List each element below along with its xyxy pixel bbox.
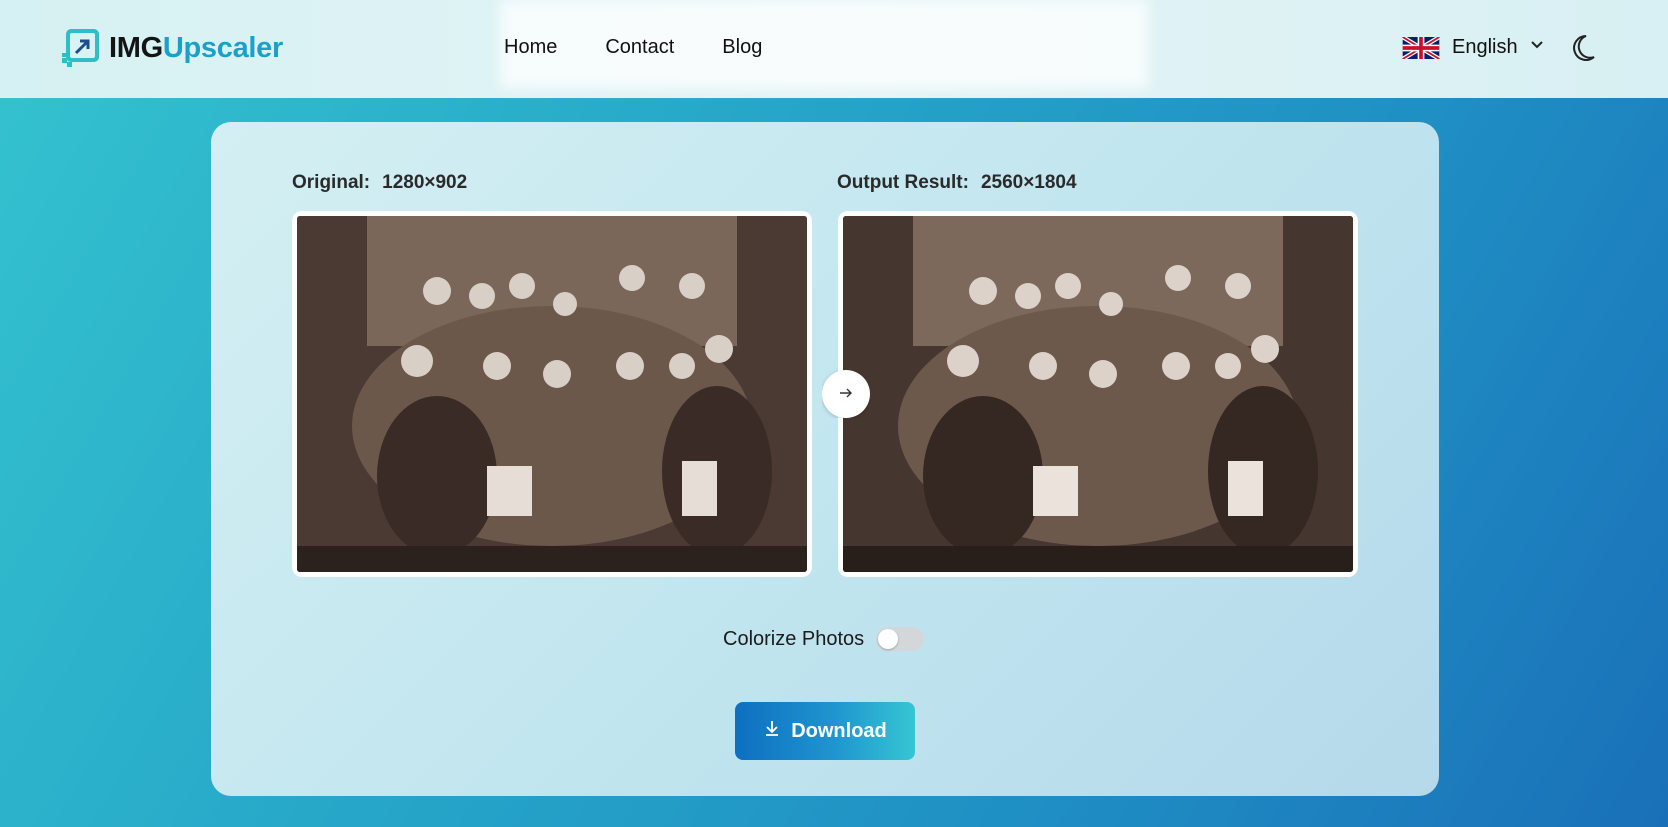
output-label: Output Result: 2560×1804 — [837, 172, 1077, 194]
main-nav: Home Contact Blog — [504, 36, 762, 59]
toggle-knob — [878, 629, 899, 649]
original-photo — [297, 216, 807, 572]
uk-flag-icon — [1402, 36, 1440, 59]
nav-blog-link[interactable]: Blog — [722, 36, 762, 59]
language-label: English — [1452, 36, 1518, 58]
arrow-right-icon — [839, 385, 853, 403]
output-dimensions: 2560×1804 — [980, 172, 1077, 193]
download-icon — [763, 719, 781, 743]
colorize-label: Colorize Photos — [723, 627, 865, 650]
output-photo — [843, 216, 1353, 572]
nav-contact-link[interactable]: Contact — [605, 36, 674, 59]
chevron-down-icon — [1530, 38, 1544, 57]
original-label: Original: 1280×902 — [292, 172, 467, 194]
colorize-toggle[interactable] — [876, 627, 925, 651]
original-dimensions: 1280×902 — [382, 172, 468, 193]
logo[interactable]: IMGUpscaler — [62, 29, 283, 67]
original-caption: Original: — [292, 172, 371, 193]
nav-home-link[interactable]: Home — [504, 36, 557, 59]
colorize-control: Colorize Photos — [723, 627, 925, 651]
language-selector[interactable]: English — [1402, 36, 1544, 59]
download-button[interactable]: Download — [735, 702, 915, 760]
upscale-logo-icon — [62, 29, 99, 67]
result-card: Original: 1280×902 Output Result: 2560×1… — [211, 122, 1439, 796]
output-image-frame — [838, 211, 1358, 577]
moon-icon[interactable] — [1570, 33, 1598, 63]
header: IMGUpscaler Home Contact Blog English — [0, 0, 1668, 98]
original-image-frame — [292, 211, 812, 577]
compare-slider-handle[interactable] — [822, 370, 870, 418]
download-label: Download — [791, 719, 887, 742]
output-caption: Output Result: — [837, 172, 969, 193]
logo-text: IMGUpscaler — [109, 31, 283, 64]
